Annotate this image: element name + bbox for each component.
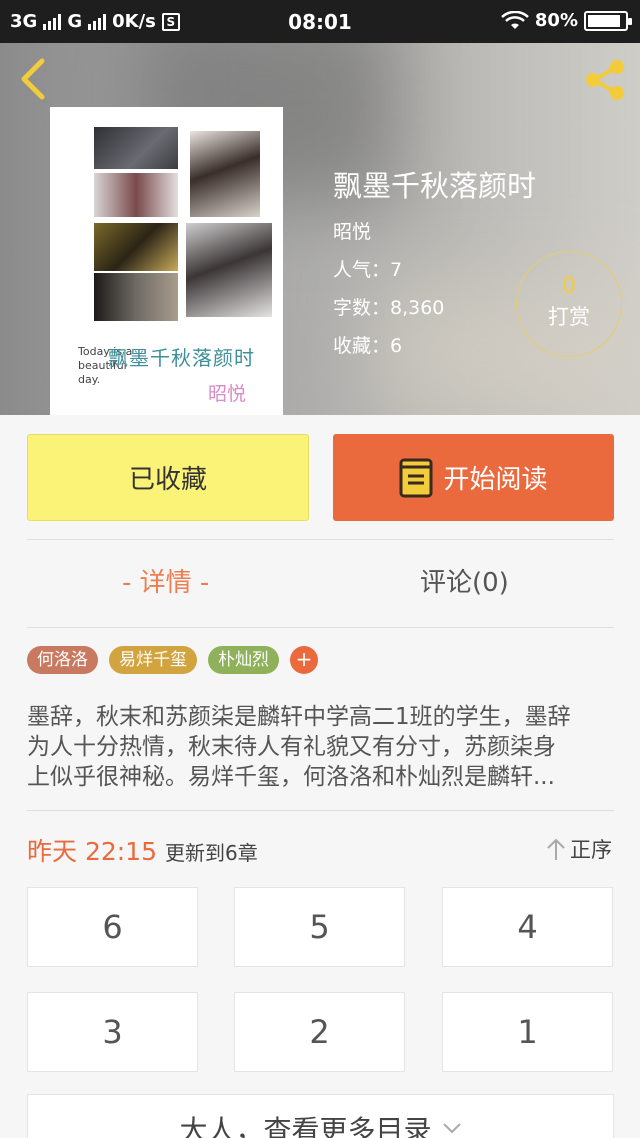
update-chapter-info: 更新到6章: [165, 841, 258, 865]
description-line: 为人十分热情，秋末待人有礼貌又有分寸，苏颜柒身: [27, 734, 556, 760]
chapter-button[interactable]: 5: [234, 887, 405, 967]
cover-photo: [94, 273, 178, 321]
arrow-up-icon: [547, 838, 565, 860]
description-line: 墨辞，秋末和苏颜柒是麟轩中学高二1班的学生，墨辞: [27, 704, 571, 730]
tag-item[interactable]: 何洛洛: [27, 646, 98, 674]
favorited-label: 已收藏: [128, 465, 207, 495]
book-title: 飘墨千秋落颜时: [333, 169, 537, 203]
cover-caption-title: 飘墨千秋落颜时: [108, 346, 255, 370]
chapter-button[interactable]: 1: [442, 992, 613, 1072]
more-catalog-label: 大人，查看更多目录: [179, 1114, 432, 1138]
chapter-button[interactable]: 6: [27, 887, 198, 967]
more-catalog-button[interactable]: 大人，查看更多目录: [27, 1094, 614, 1138]
chapter-button[interactable]: 3: [27, 992, 198, 1072]
update-time: 昨天 22:15: [27, 837, 157, 866]
tab-comments[interactable]: 评论(0): [420, 562, 509, 599]
book-favorites: 收藏：6: [333, 335, 403, 357]
divider: [27, 810, 614, 811]
book-popularity: 人气：7: [333, 259, 403, 281]
back-arrow-icon[interactable]: [14, 57, 54, 101]
chevron-down-icon: [442, 1123, 461, 1134]
divider: [27, 539, 614, 540]
book-icon: [399, 458, 433, 497]
character-tags: 何洛洛 易烊千玺 朴灿烈 +: [27, 646, 318, 674]
cover-photo: [186, 223, 272, 317]
description-line: 上似乎很神秘。易烊千玺，何洛洛和朴灿烈是麟轩...: [27, 764, 555, 790]
status-right: 80%: [501, 10, 632, 31]
status-bar: 3G G 0K/s S 08:01 80%: [0, 0, 640, 43]
tab-detail[interactable]: - 详情 -: [122, 562, 209, 599]
book-cover[interactable]: Today is a beautiful day. 飘墨千秋落颜时 昭悦: [50, 107, 283, 415]
tag-item[interactable]: 朴灿烈: [208, 646, 279, 674]
favorited-button[interactable]: 已收藏: [27, 434, 309, 521]
share-icon[interactable]: [582, 57, 628, 103]
sort-order-button[interactable]: 正序: [546, 834, 612, 864]
battery-percent: 80%: [534, 10, 578, 31]
start-reading-label: 开始阅读: [443, 465, 548, 495]
book-detail-page: 3G G 0K/s S 08:01 80% Today is a beautif…: [0, 0, 640, 1138]
cover-caption-author: 昭悦: [208, 383, 247, 405]
book-header: Today is a beautiful day. 飘墨千秋落颜时 昭悦 飘墨千…: [0, 43, 640, 415]
tip-label: 打赏: [548, 305, 590, 329]
cover-photo: [94, 173, 178, 217]
tip-button[interactable]: 0 打赏: [516, 251, 622, 357]
divider: [27, 627, 614, 628]
cover-photo: [94, 223, 178, 271]
battery-icon: [584, 10, 632, 31]
book-word-count: 字数：8,360: [333, 297, 445, 319]
tip-count: 0: [562, 274, 576, 299]
add-tag-button[interactable]: +: [290, 646, 318, 674]
wifi-icon: [501, 10, 529, 29]
cover-photo: [190, 131, 260, 217]
sort-label: 正序: [570, 838, 612, 862]
chapter-button[interactable]: 2: [234, 992, 405, 1072]
cover-photo: [94, 127, 178, 169]
update-info: 昨天 22:15 更新到6章: [27, 832, 258, 868]
book-author[interactable]: 昭悦: [333, 217, 371, 244]
book-description[interactable]: 墨辞，秋末和苏颜柒是麟轩中学高二1班的学生，墨辞 为人十分热情，秋末待人有礼貌又…: [27, 702, 617, 792]
tag-item[interactable]: 易烊千玺: [109, 646, 197, 674]
chapter-button[interactable]: 4: [442, 887, 613, 967]
start-reading-button[interactable]: 开始阅读: [333, 434, 614, 521]
